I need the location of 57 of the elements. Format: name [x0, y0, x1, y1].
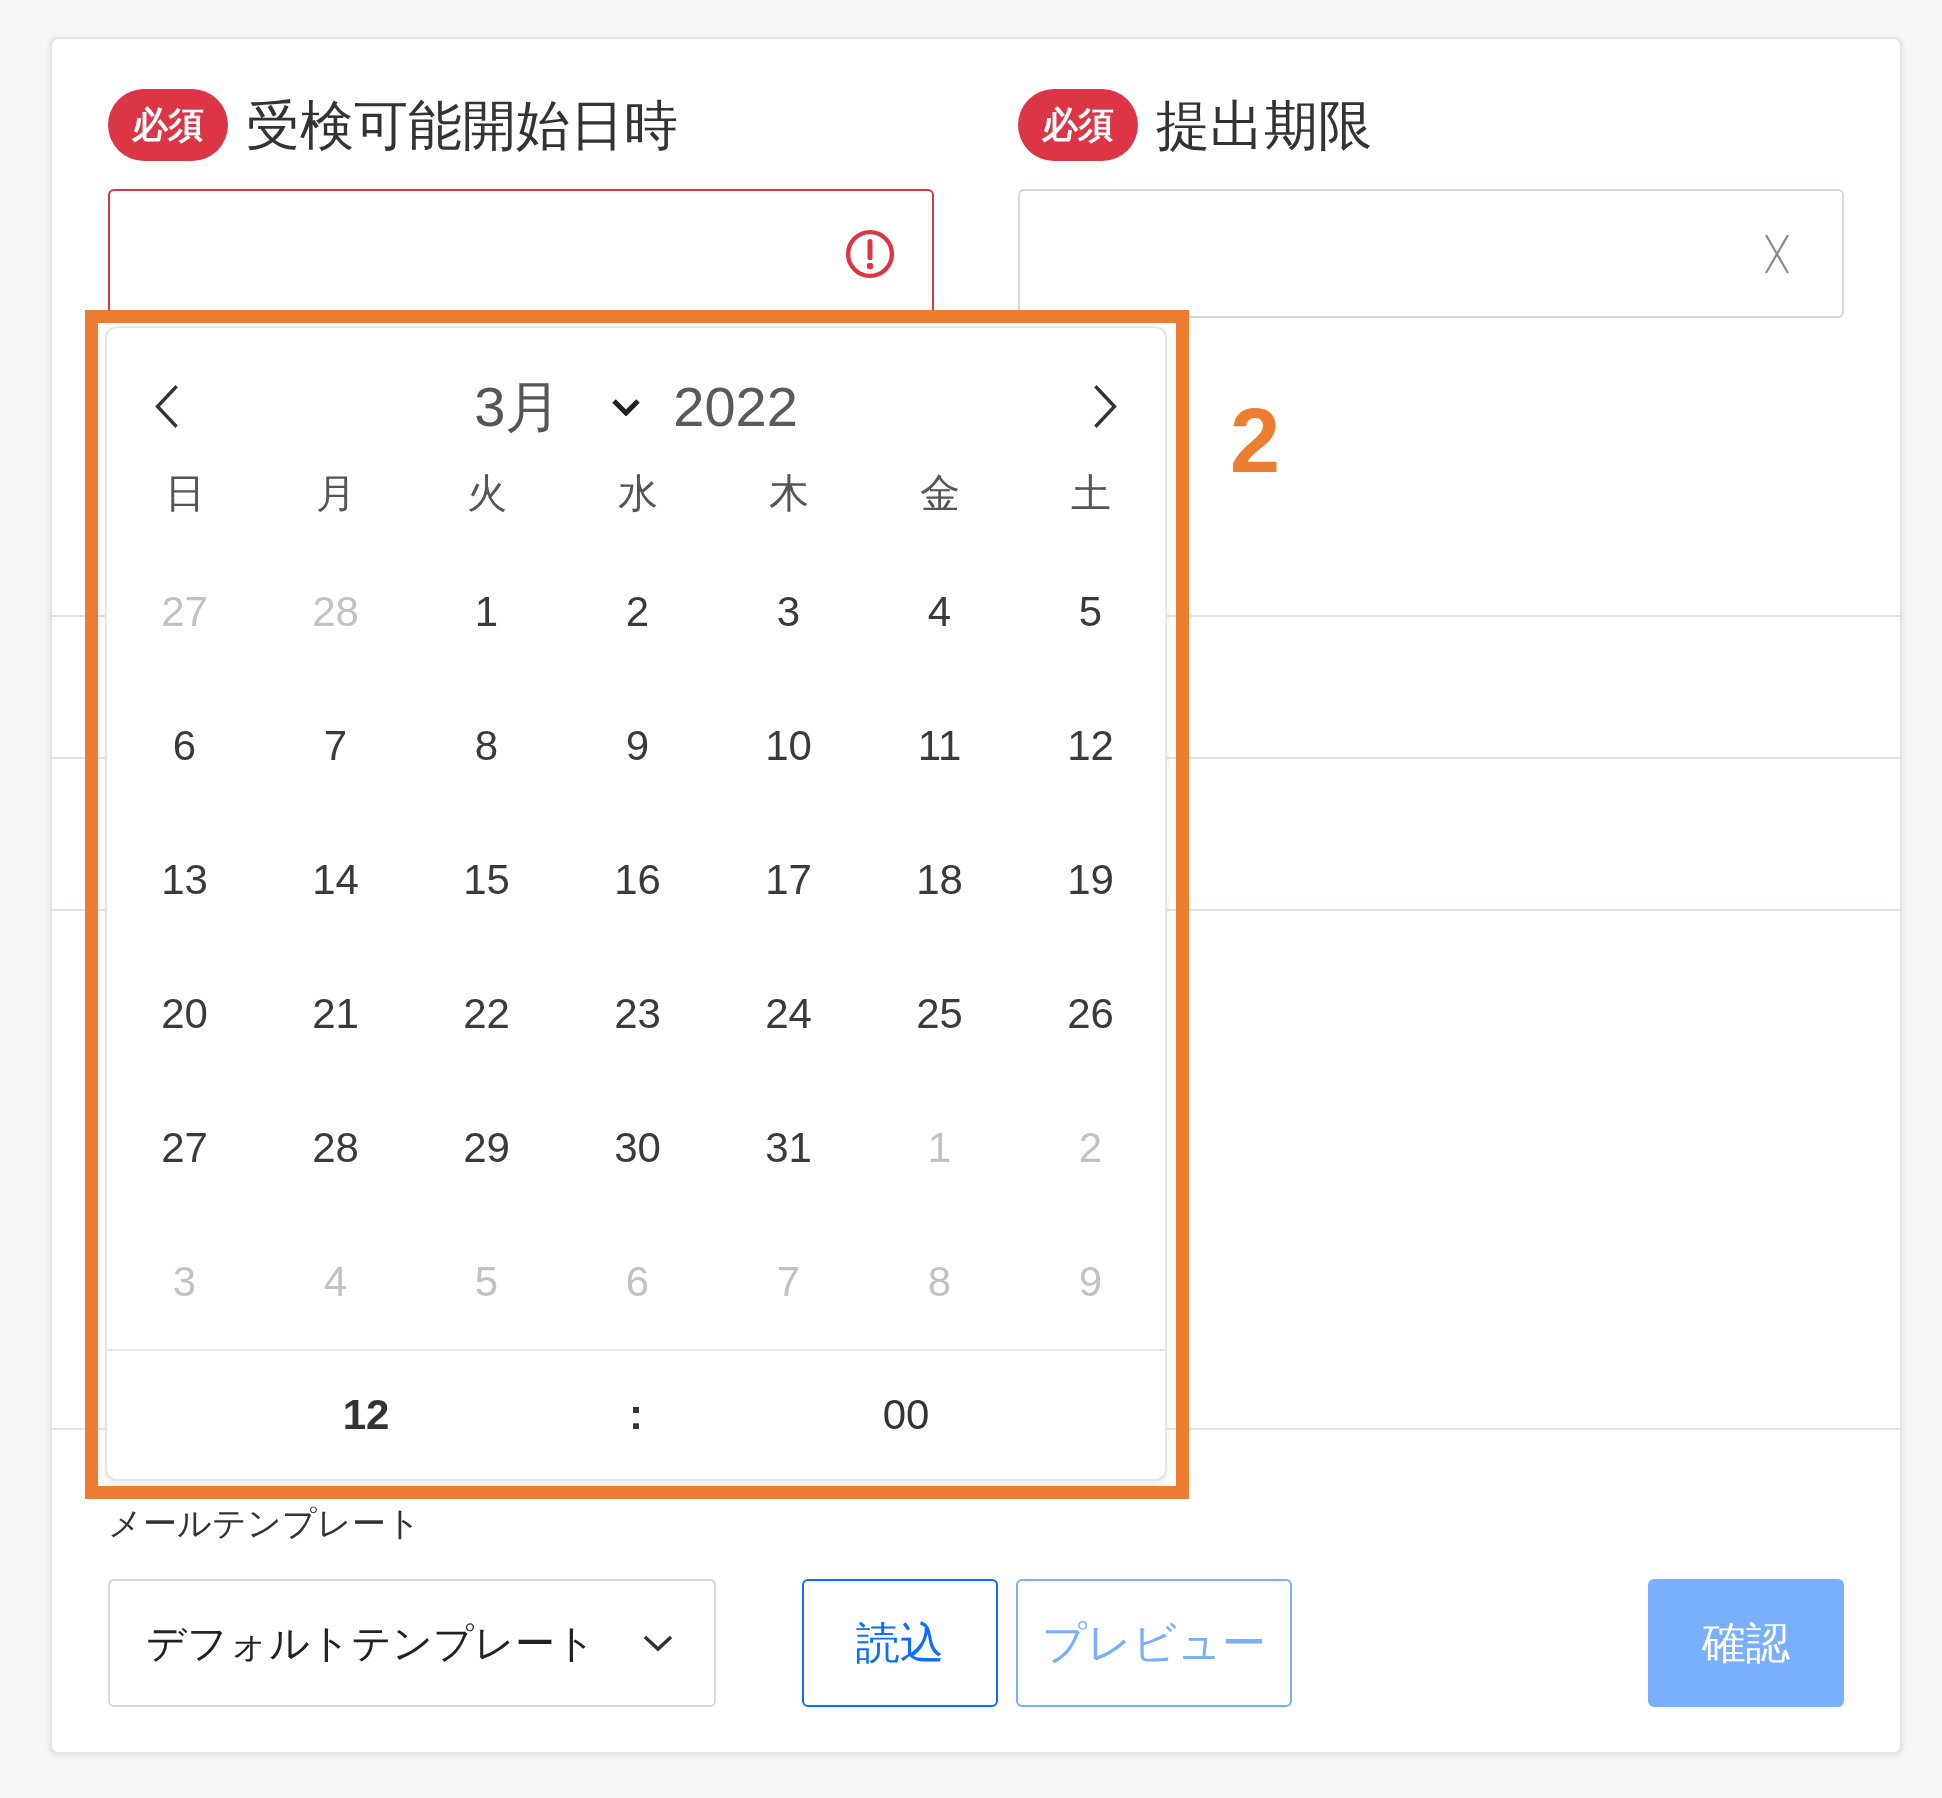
- calendar-day[interactable]: 26: [1061, 986, 1120, 1042]
- calendar-day[interactable]: 23: [608, 986, 667, 1042]
- calendar-day[interactable]: 12: [1061, 718, 1120, 774]
- calendar-day[interactable]: 8: [468, 718, 505, 774]
- hour-input[interactable]: 12: [342, 1390, 390, 1438]
- calendar-day[interactable]: 21: [306, 986, 365, 1042]
- calendar-day[interactable]: 20: [155, 986, 214, 1042]
- calendar-day[interactable]: 7: [317, 718, 354, 774]
- calendar-day[interactable]: 18: [910, 852, 969, 908]
- weekday-label: 水: [617, 470, 658, 517]
- chevron-left-icon[interactable]: [153, 384, 180, 429]
- calendar-day[interactable]: 6: [166, 718, 203, 774]
- time-separator: :: [629, 1390, 643, 1438]
- calendar-day[interactable]: 10: [759, 718, 818, 774]
- calendar-day[interactable]: 14: [306, 852, 365, 908]
- calendar-day[interactable]: 31: [759, 1120, 818, 1176]
- field-label: 提出期限: [1156, 93, 1372, 157]
- calendar-day[interactable]: 17: [759, 852, 818, 908]
- calendar-day[interactable]: 16: [608, 852, 667, 908]
- field-label: メールテンプレート: [108, 1503, 421, 1544]
- calendar-day[interactable]: 19: [1061, 852, 1120, 908]
- calendar-day[interactable]: 2: [619, 584, 656, 640]
- year-input[interactable]: 2022: [673, 375, 798, 438]
- calendar-day[interactable]: 25: [910, 986, 969, 1042]
- weekday-label: 月: [315, 470, 356, 517]
- chevron-right-icon[interactable]: [1092, 384, 1119, 429]
- chevron-down-icon: [611, 397, 642, 416]
- error-icon: [845, 228, 895, 279]
- weekday-label: 日: [164, 470, 205, 517]
- calendar-day[interactable]: 5: [1072, 584, 1109, 640]
- calendar-day[interactable]: 4: [921, 584, 958, 640]
- required-badge: 必須: [1018, 89, 1138, 161]
- field-label: 受検可能開始日時: [246, 93, 678, 157]
- weekday-label: 木: [768, 470, 809, 517]
- chevron-down-icon: [642, 1634, 674, 1652]
- calendar-day[interactable]: 30: [608, 1120, 667, 1176]
- minute-input[interactable]: 00: [882, 1390, 930, 1438]
- calendar-day[interactable]: 9: [619, 718, 656, 774]
- calendar-day[interactable]: 15: [457, 852, 516, 908]
- calendar-day[interactable]: 3: [770, 584, 807, 640]
- calendar-day[interactable]: 27: [155, 1120, 214, 1176]
- calendar-day[interactable]: 24: [759, 986, 818, 1042]
- calendar-day[interactable]: 1: [468, 584, 505, 640]
- weekday-label: 火: [466, 470, 507, 517]
- calendar-day[interactable]: 29: [457, 1120, 516, 1176]
- annotation-number: 2: [1230, 396, 1281, 486]
- calendar-day[interactable]: 11: [911, 718, 968, 774]
- month-select[interactable]: 3月: [474, 375, 642, 438]
- clear-icon[interactable]: [1763, 232, 1791, 275]
- calendar-day[interactable]: 28: [306, 1120, 365, 1176]
- load-button[interactable]: 読込: [802, 1579, 998, 1707]
- calendar-day[interactable]: 22: [457, 986, 516, 1042]
- template-select[interactable]: デフォルトテンプレート: [108, 1579, 716, 1707]
- calendar-day[interactable]: 13: [155, 852, 214, 908]
- weekday-label: 金: [919, 470, 960, 517]
- weekday-label: 土: [1070, 470, 1111, 517]
- required-badge: 必須: [108, 89, 228, 161]
